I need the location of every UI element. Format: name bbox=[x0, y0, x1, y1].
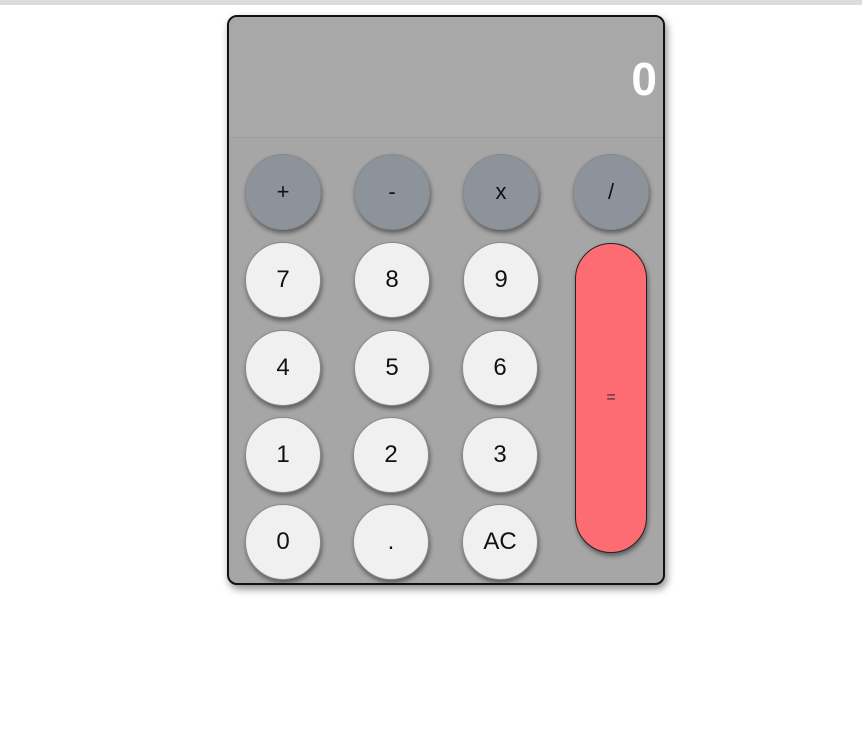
multiply-button[interactable]: x bbox=[463, 154, 539, 230]
digit-1-button[interactable]: 1 bbox=[245, 417, 321, 493]
decimal-button[interactable]: . bbox=[353, 504, 429, 580]
digit-9-button[interactable]: 9 bbox=[463, 242, 539, 318]
digit-3-button[interactable]: 3 bbox=[462, 417, 538, 493]
digit-8-button[interactable]: 8 bbox=[354, 242, 430, 318]
browser-top-strip bbox=[0, 0, 862, 5]
calculator: 0 + - x / 7 8 9 4 5 6 1 2 3 0 . AC = bbox=[227, 15, 665, 585]
add-button[interactable]: + bbox=[245, 154, 321, 230]
digit-4-button[interactable]: 4 bbox=[245, 330, 321, 406]
display-value: 0 bbox=[631, 53, 657, 105]
subtract-button[interactable]: - bbox=[354, 154, 430, 230]
digit-6-button[interactable]: 6 bbox=[462, 330, 538, 406]
digit-2-button[interactable]: 2 bbox=[353, 417, 429, 493]
clear-button[interactable]: AC bbox=[462, 504, 538, 580]
equals-button[interactable]: = bbox=[575, 243, 647, 553]
digit-7-button[interactable]: 7 bbox=[245, 242, 321, 318]
digit-5-button[interactable]: 5 bbox=[354, 330, 430, 406]
divide-button[interactable]: / bbox=[573, 154, 649, 230]
digit-0-button[interactable]: 0 bbox=[245, 504, 321, 580]
display-panel: 0 bbox=[229, 17, 663, 138]
